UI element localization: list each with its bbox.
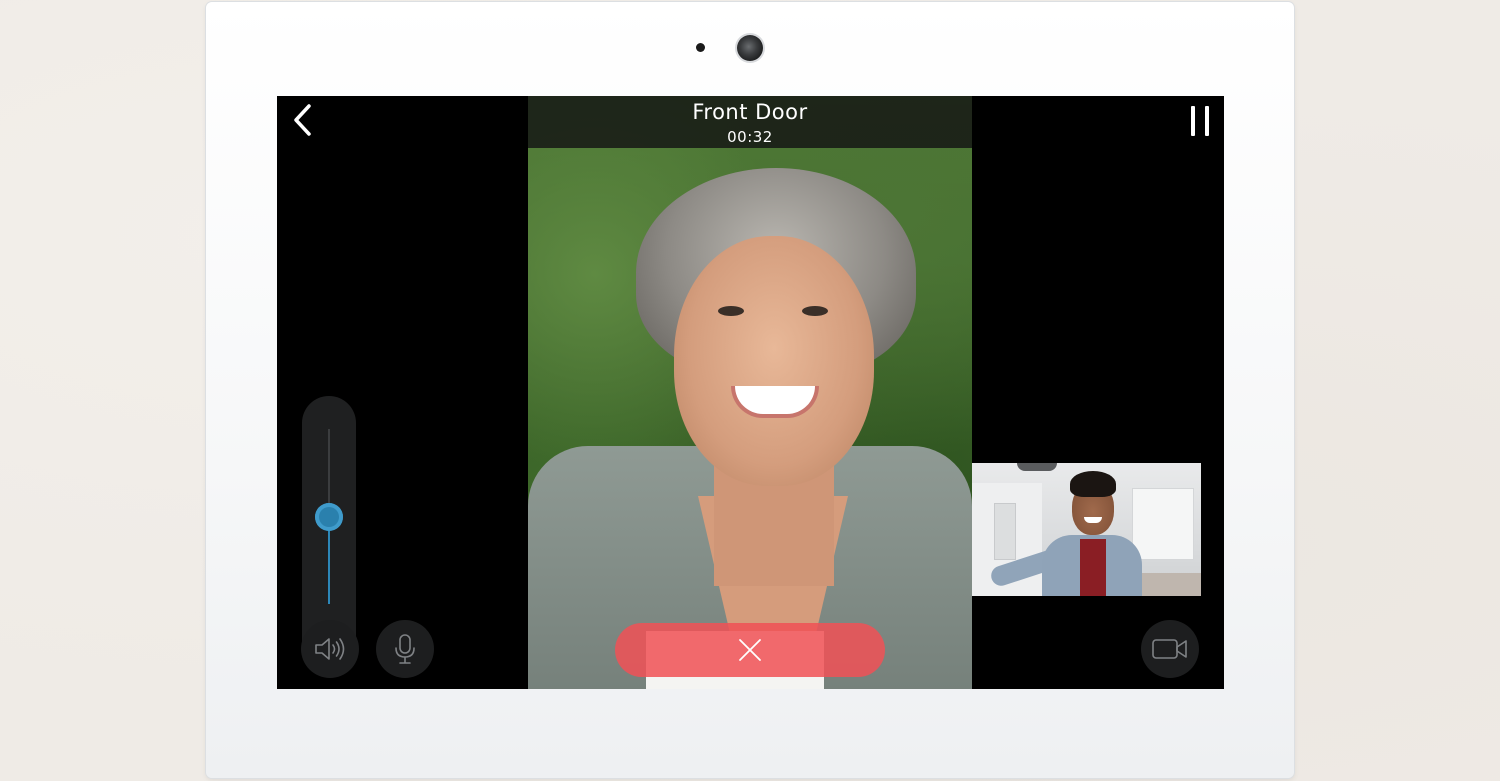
volume-slider-thumb[interactable] [315,502,343,531]
chevron-left-icon [294,104,311,136]
call-title: Front Door [692,100,808,124]
room-window [1132,488,1194,560]
visitor-eye-left [718,306,744,316]
microphone-button[interactable] [376,620,434,678]
speaker-button[interactable] [301,620,359,678]
call-header: Front Door 00:32 [528,96,972,148]
pause-icon [1191,106,1195,136]
end-call-button[interactable] [615,623,885,677]
room-door [994,503,1016,560]
microphone-icon [395,634,415,664]
close-icon [739,639,761,661]
main-video-feed [528,96,972,689]
speaker-icon [315,638,345,660]
caller-hair [1070,471,1116,497]
pause-button[interactable] [1183,102,1217,138]
visitor-face [674,236,874,486]
call-screen: Front Door 00:32 [277,96,1224,689]
sensor-dot [696,43,705,52]
visitor-eye-right [802,306,828,316]
back-button[interactable] [285,102,321,138]
video-camera-icon [1152,639,1187,659]
camera-toggle-button[interactable] [1141,620,1199,678]
room-lamp [1017,463,1057,471]
pause-icon-bar [1205,106,1209,136]
caller-tshirt [1080,539,1106,596]
self-view-video[interactable] [972,463,1201,596]
call-timer: 00:32 [727,128,773,146]
device-camera-lens [737,35,763,61]
